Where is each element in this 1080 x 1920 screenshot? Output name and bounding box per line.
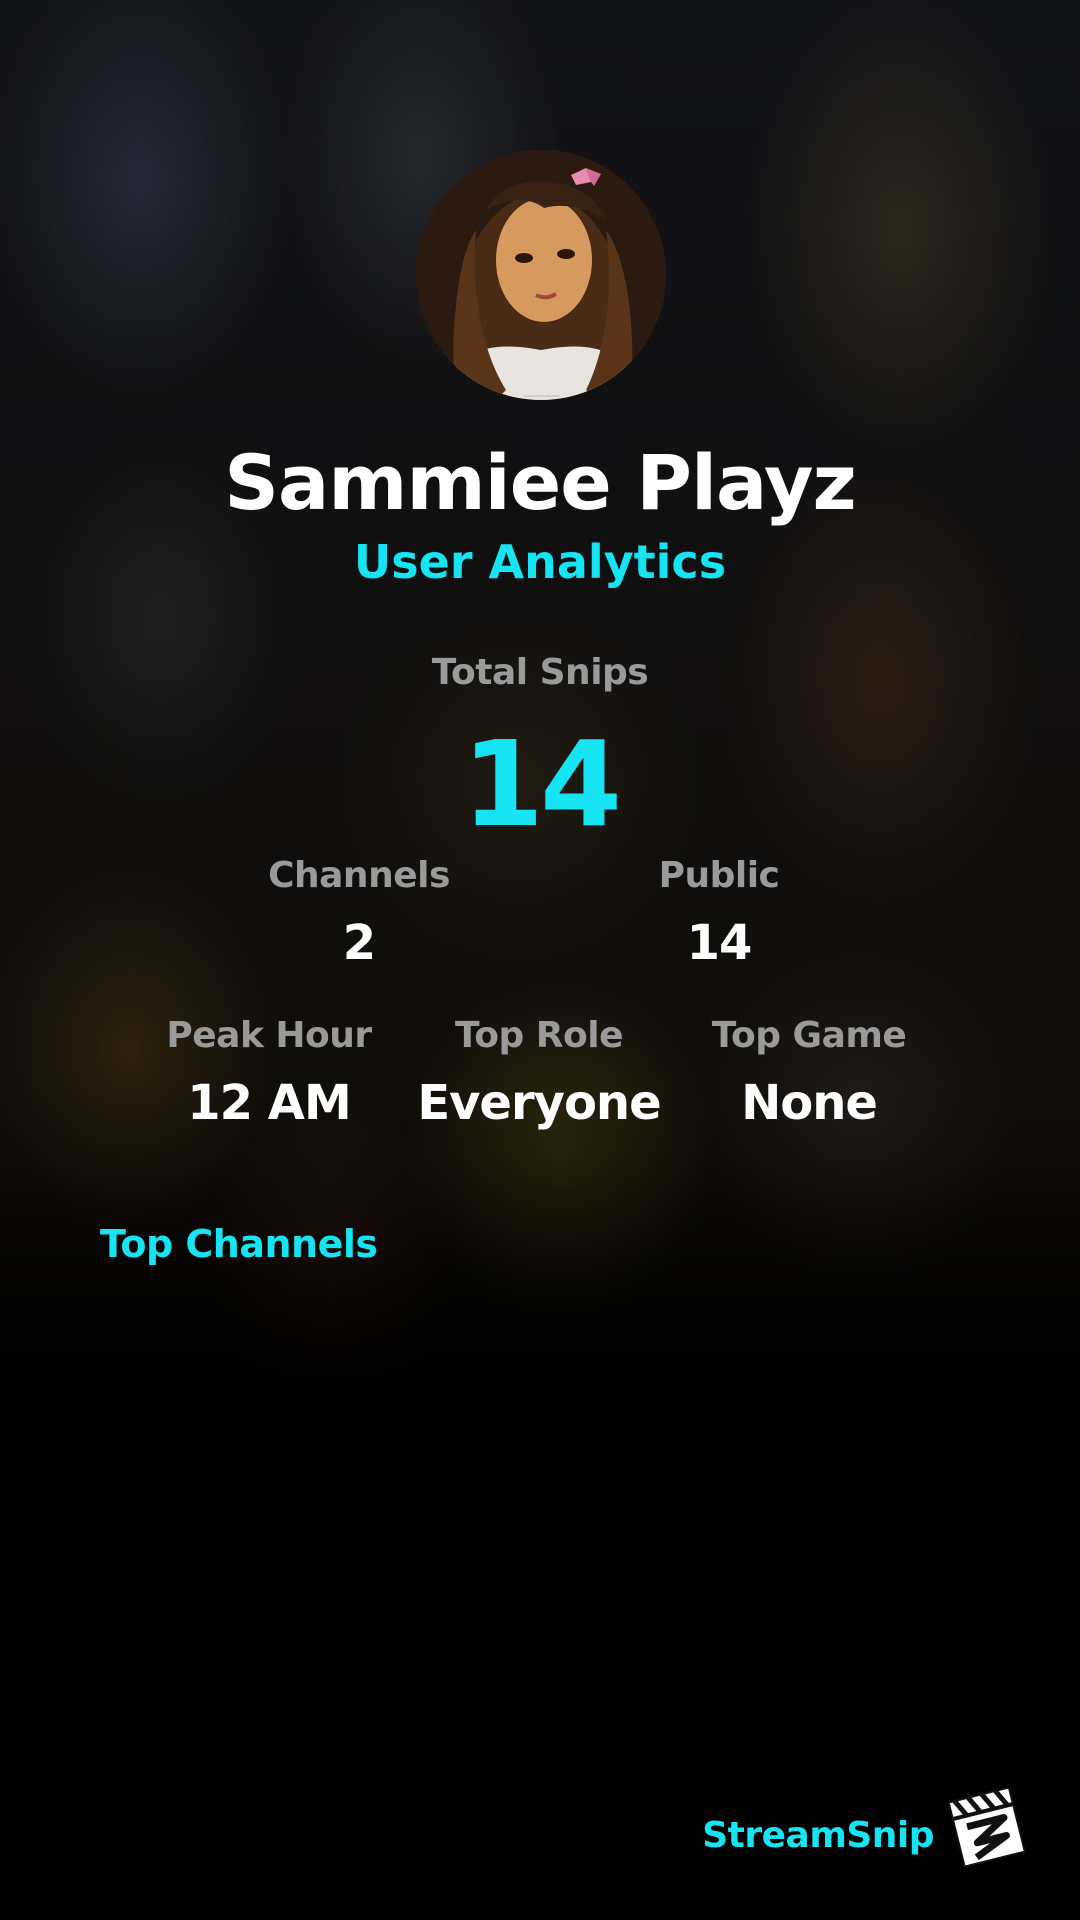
- brand-name: StreamSnip: [702, 1815, 934, 1856]
- analytics-card: Sammiee Playz User Analytics Total Snips…: [0, 0, 1080, 1920]
- avatar: [416, 150, 666, 400]
- profile-name: Sammiee Playz: [224, 438, 856, 527]
- peak-hour-label: Peak Hour: [166, 1015, 372, 1056]
- total-snips-label: Total Snips: [431, 652, 649, 693]
- public-label: Public: [658, 855, 780, 896]
- channels-label: Channels: [268, 855, 450, 896]
- top-role-value: Everyone: [417, 1075, 661, 1131]
- avatar-portrait-icon: [416, 150, 666, 400]
- top-game-label: Top Game: [711, 1015, 907, 1056]
- top-channels-title: Top Channels: [100, 1222, 378, 1266]
- card-content: Sammiee Playz User Analytics Total Snips…: [0, 0, 1080, 1920]
- page-subtitle: User Analytics: [353, 535, 727, 589]
- top-game-value: None: [741, 1075, 878, 1131]
- top-role-label: Top Role: [454, 1015, 624, 1056]
- total-snips-value: 14: [461, 715, 622, 853]
- channels-value: 2: [342, 915, 376, 971]
- clapperboard-icon: [948, 1788, 1026, 1868]
- public-value: 14: [686, 915, 753, 971]
- peak-hour-value: 12 AM: [187, 1075, 351, 1131]
